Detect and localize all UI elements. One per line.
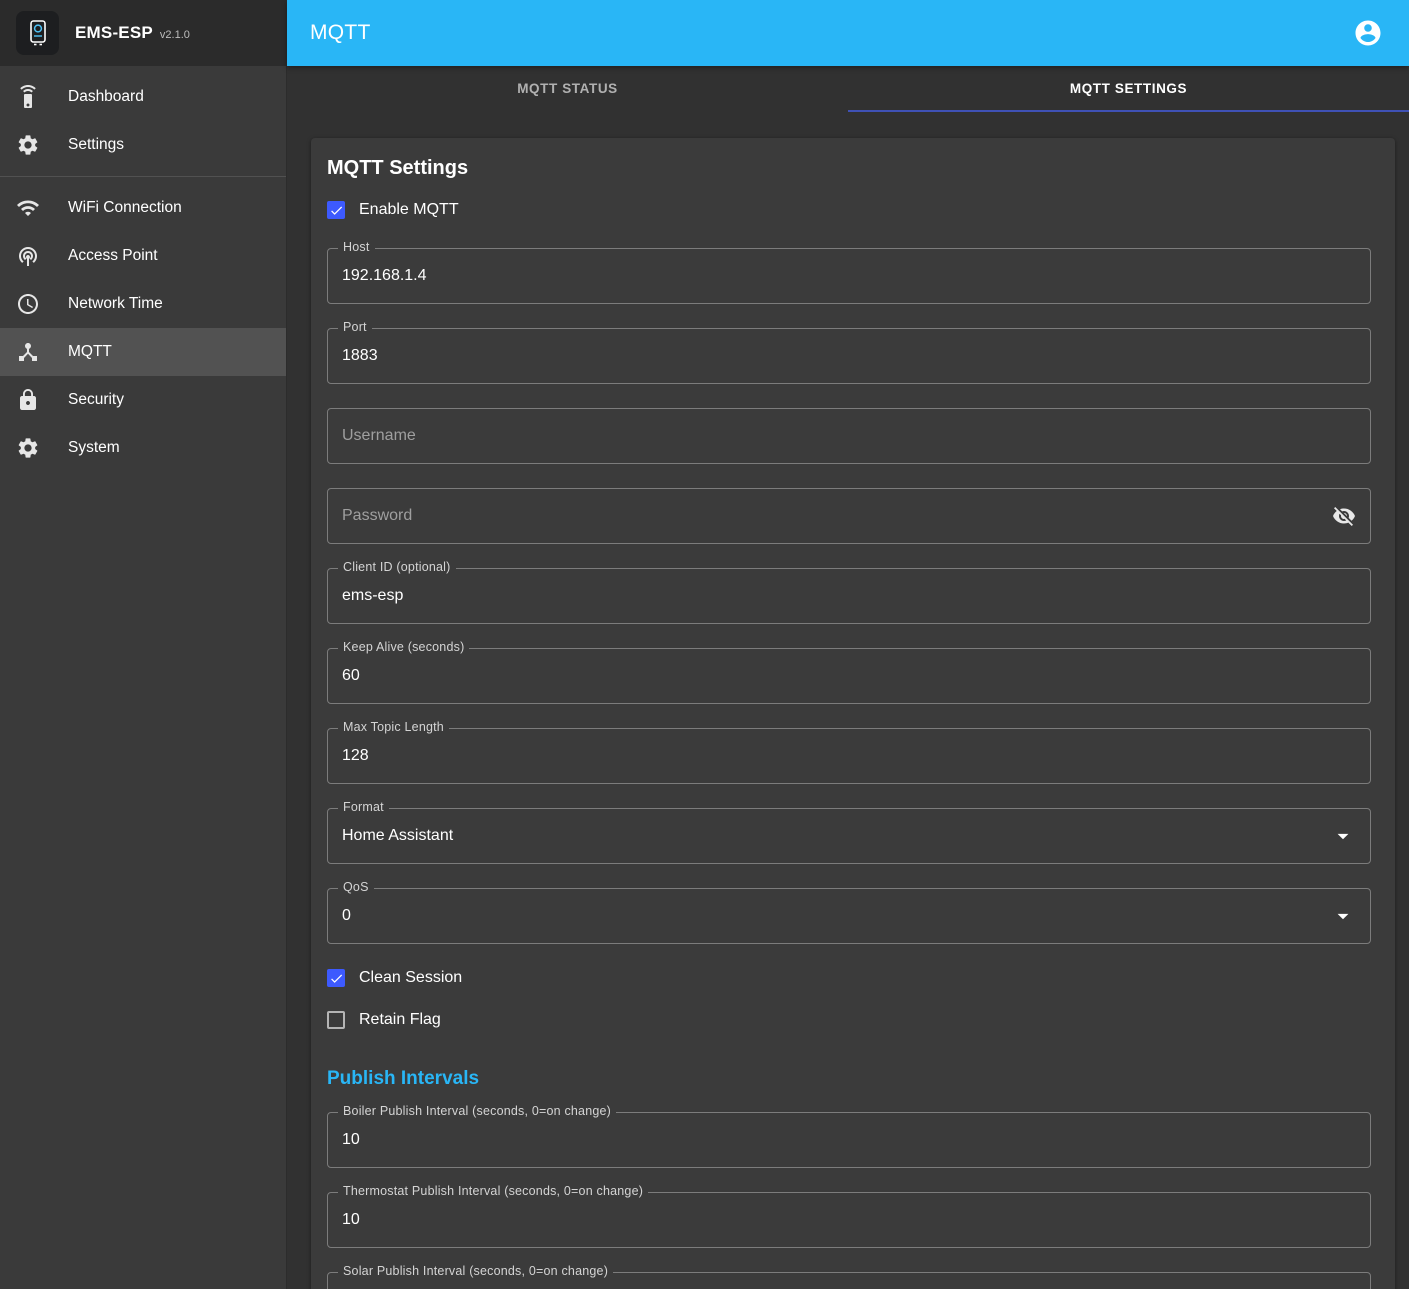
sidebar: EMS-ESP v2.1.0 Dashboard Settings	[0, 0, 287, 1289]
gear-icon	[16, 133, 40, 157]
enable-mqtt-label: Enable MQTT	[359, 201, 459, 219]
thermostat-interval-field: Thermostat Publish Interval (seconds, 0=…	[327, 1192, 1371, 1248]
sidebar-nav: Dashboard Settings WiFi Connection Acc	[0, 66, 286, 472]
keep-alive-input[interactable]	[342, 667, 1356, 685]
format-select-value: Home Assistant	[342, 827, 1330, 845]
enable-mqtt-checkbox[interactable]: Enable MQTT	[327, 200, 1371, 220]
max-topic-length-field-label: Max Topic Length	[338, 720, 449, 734]
publish-intervals-heading: Publish Intervals	[327, 1068, 1371, 1090]
solar-interval-field-label: Solar Publish Interval (seconds, 0=on ch…	[338, 1264, 613, 1278]
dashboard-remote-icon	[16, 85, 40, 109]
chevron-down-icon	[1330, 903, 1356, 929]
max-topic-length-field: Max Topic Length	[327, 728, 1371, 784]
lock-icon	[16, 388, 40, 412]
card-title: MQTT Settings	[327, 156, 1371, 180]
password-field	[327, 488, 1371, 544]
solar-interval-field: Solar Publish Interval (seconds, 0=on ch…	[327, 1272, 1371, 1289]
wifi-icon	[16, 196, 40, 220]
system-gear-icon	[16, 436, 40, 460]
main-area: MQTT MQTT STATUS MQTT SETTINGS MQTT Sett…	[287, 0, 1409, 1289]
appbar: MQTT	[287, 0, 1409, 66]
clean-session-checkbox[interactable]: Clean Session	[327, 968, 1371, 988]
sidebar-item-system[interactable]: System	[0, 424, 286, 472]
sidebar-divider	[0, 176, 286, 177]
port-field: Port	[327, 328, 1371, 384]
access-point-icon	[16, 244, 40, 268]
page-title: MQTT	[310, 21, 371, 45]
retain-flag-checkbox[interactable]: Retain Flag	[327, 1010, 1371, 1030]
checkbox-checked-icon	[327, 201, 345, 219]
thermostat-interval-field-label: Thermostat Publish Interval (seconds, 0=…	[338, 1184, 648, 1198]
boiler-interval-field-label: Boiler Publish Interval (seconds, 0=on c…	[338, 1104, 616, 1118]
sidebar-item-network-time[interactable]: Network Time	[0, 280, 286, 328]
sidebar-item-settings[interactable]: Settings	[0, 121, 286, 169]
client-id-field-label: Client ID (optional)	[338, 560, 456, 574]
boiler-interval-input[interactable]	[342, 1131, 1356, 1149]
sidebar-item-label: Network Time	[68, 295, 163, 313]
format-select-label: Format	[338, 800, 389, 814]
sidebar-item-security[interactable]: Security	[0, 376, 286, 424]
sidebar-item-label: Security	[68, 391, 124, 409]
sidebar-item-label: System	[68, 439, 120, 457]
host-field: Host	[327, 248, 1371, 304]
max-topic-length-input[interactable]	[342, 747, 1356, 765]
checkbox-checked-icon	[327, 969, 345, 987]
app-version: v2.1.0	[160, 29, 190, 41]
sidebar-item-label: Access Point	[68, 247, 158, 265]
clock-icon	[16, 292, 40, 316]
host-field-label: Host	[338, 240, 375, 254]
username-field	[327, 408, 1371, 464]
client-id-input[interactable]	[342, 587, 1356, 605]
qos-select-label: QoS	[338, 880, 374, 894]
tab-mqtt-settings[interactable]: MQTT SETTINGS	[848, 66, 1409, 112]
client-id-field: Client ID (optional)	[327, 568, 1371, 624]
sidebar-item-label: Settings	[68, 136, 124, 154]
checkbox-unchecked-icon	[327, 1011, 345, 1029]
sidebar-header: EMS-ESP v2.1.0	[0, 0, 286, 66]
content-area: MQTT Settings Enable MQTT Host Port	[287, 112, 1409, 1289]
ems-esp-logo	[16, 11, 59, 55]
keep-alive-field-label: Keep Alive (seconds)	[338, 640, 469, 654]
app-root: EMS-ESP v2.1.0 Dashboard Settings	[0, 0, 1409, 1289]
mqtt-settings-card: MQTT Settings Enable MQTT Host Port	[311, 138, 1395, 1289]
chevron-down-icon	[1330, 823, 1356, 849]
mqtt-hub-icon	[16, 340, 40, 364]
tab-bar: MQTT STATUS MQTT SETTINGS	[287, 66, 1409, 112]
app-title: EMS-ESP	[75, 23, 153, 43]
account-circle-icon[interactable]	[1353, 18, 1383, 48]
tab-mqtt-status[interactable]: MQTT STATUS	[287, 66, 848, 112]
app-title-group: EMS-ESP v2.1.0	[75, 23, 190, 43]
clean-session-label: Clean Session	[359, 969, 462, 987]
retain-flag-label: Retain Flag	[359, 1011, 441, 1029]
sidebar-item-dashboard[interactable]: Dashboard	[0, 73, 286, 121]
format-select[interactable]: Format Home Assistant	[327, 808, 1371, 864]
qos-select[interactable]: QoS 0	[327, 888, 1371, 944]
port-input[interactable]	[342, 347, 1356, 365]
username-input[interactable]	[342, 427, 1356, 445]
qos-select-value: 0	[342, 907, 1330, 925]
sidebar-item-wifi-connection[interactable]: WiFi Connection	[0, 184, 286, 232]
sidebar-item-label: Dashboard	[68, 88, 144, 106]
password-input[interactable]	[342, 507, 1332, 525]
boiler-interval-field: Boiler Publish Interval (seconds, 0=on c…	[327, 1112, 1371, 1168]
keep-alive-field: Keep Alive (seconds)	[327, 648, 1371, 704]
sidebar-item-label: MQTT	[68, 343, 112, 361]
visibility-off-icon[interactable]	[1332, 504, 1356, 528]
port-field-label: Port	[338, 320, 372, 334]
thermostat-interval-input[interactable]	[342, 1211, 1356, 1229]
sidebar-item-mqtt[interactable]: MQTT	[0, 328, 286, 376]
sidebar-item-label: WiFi Connection	[68, 199, 182, 217]
sidebar-item-access-point[interactable]: Access Point	[0, 232, 286, 280]
host-input[interactable]	[342, 267, 1356, 285]
